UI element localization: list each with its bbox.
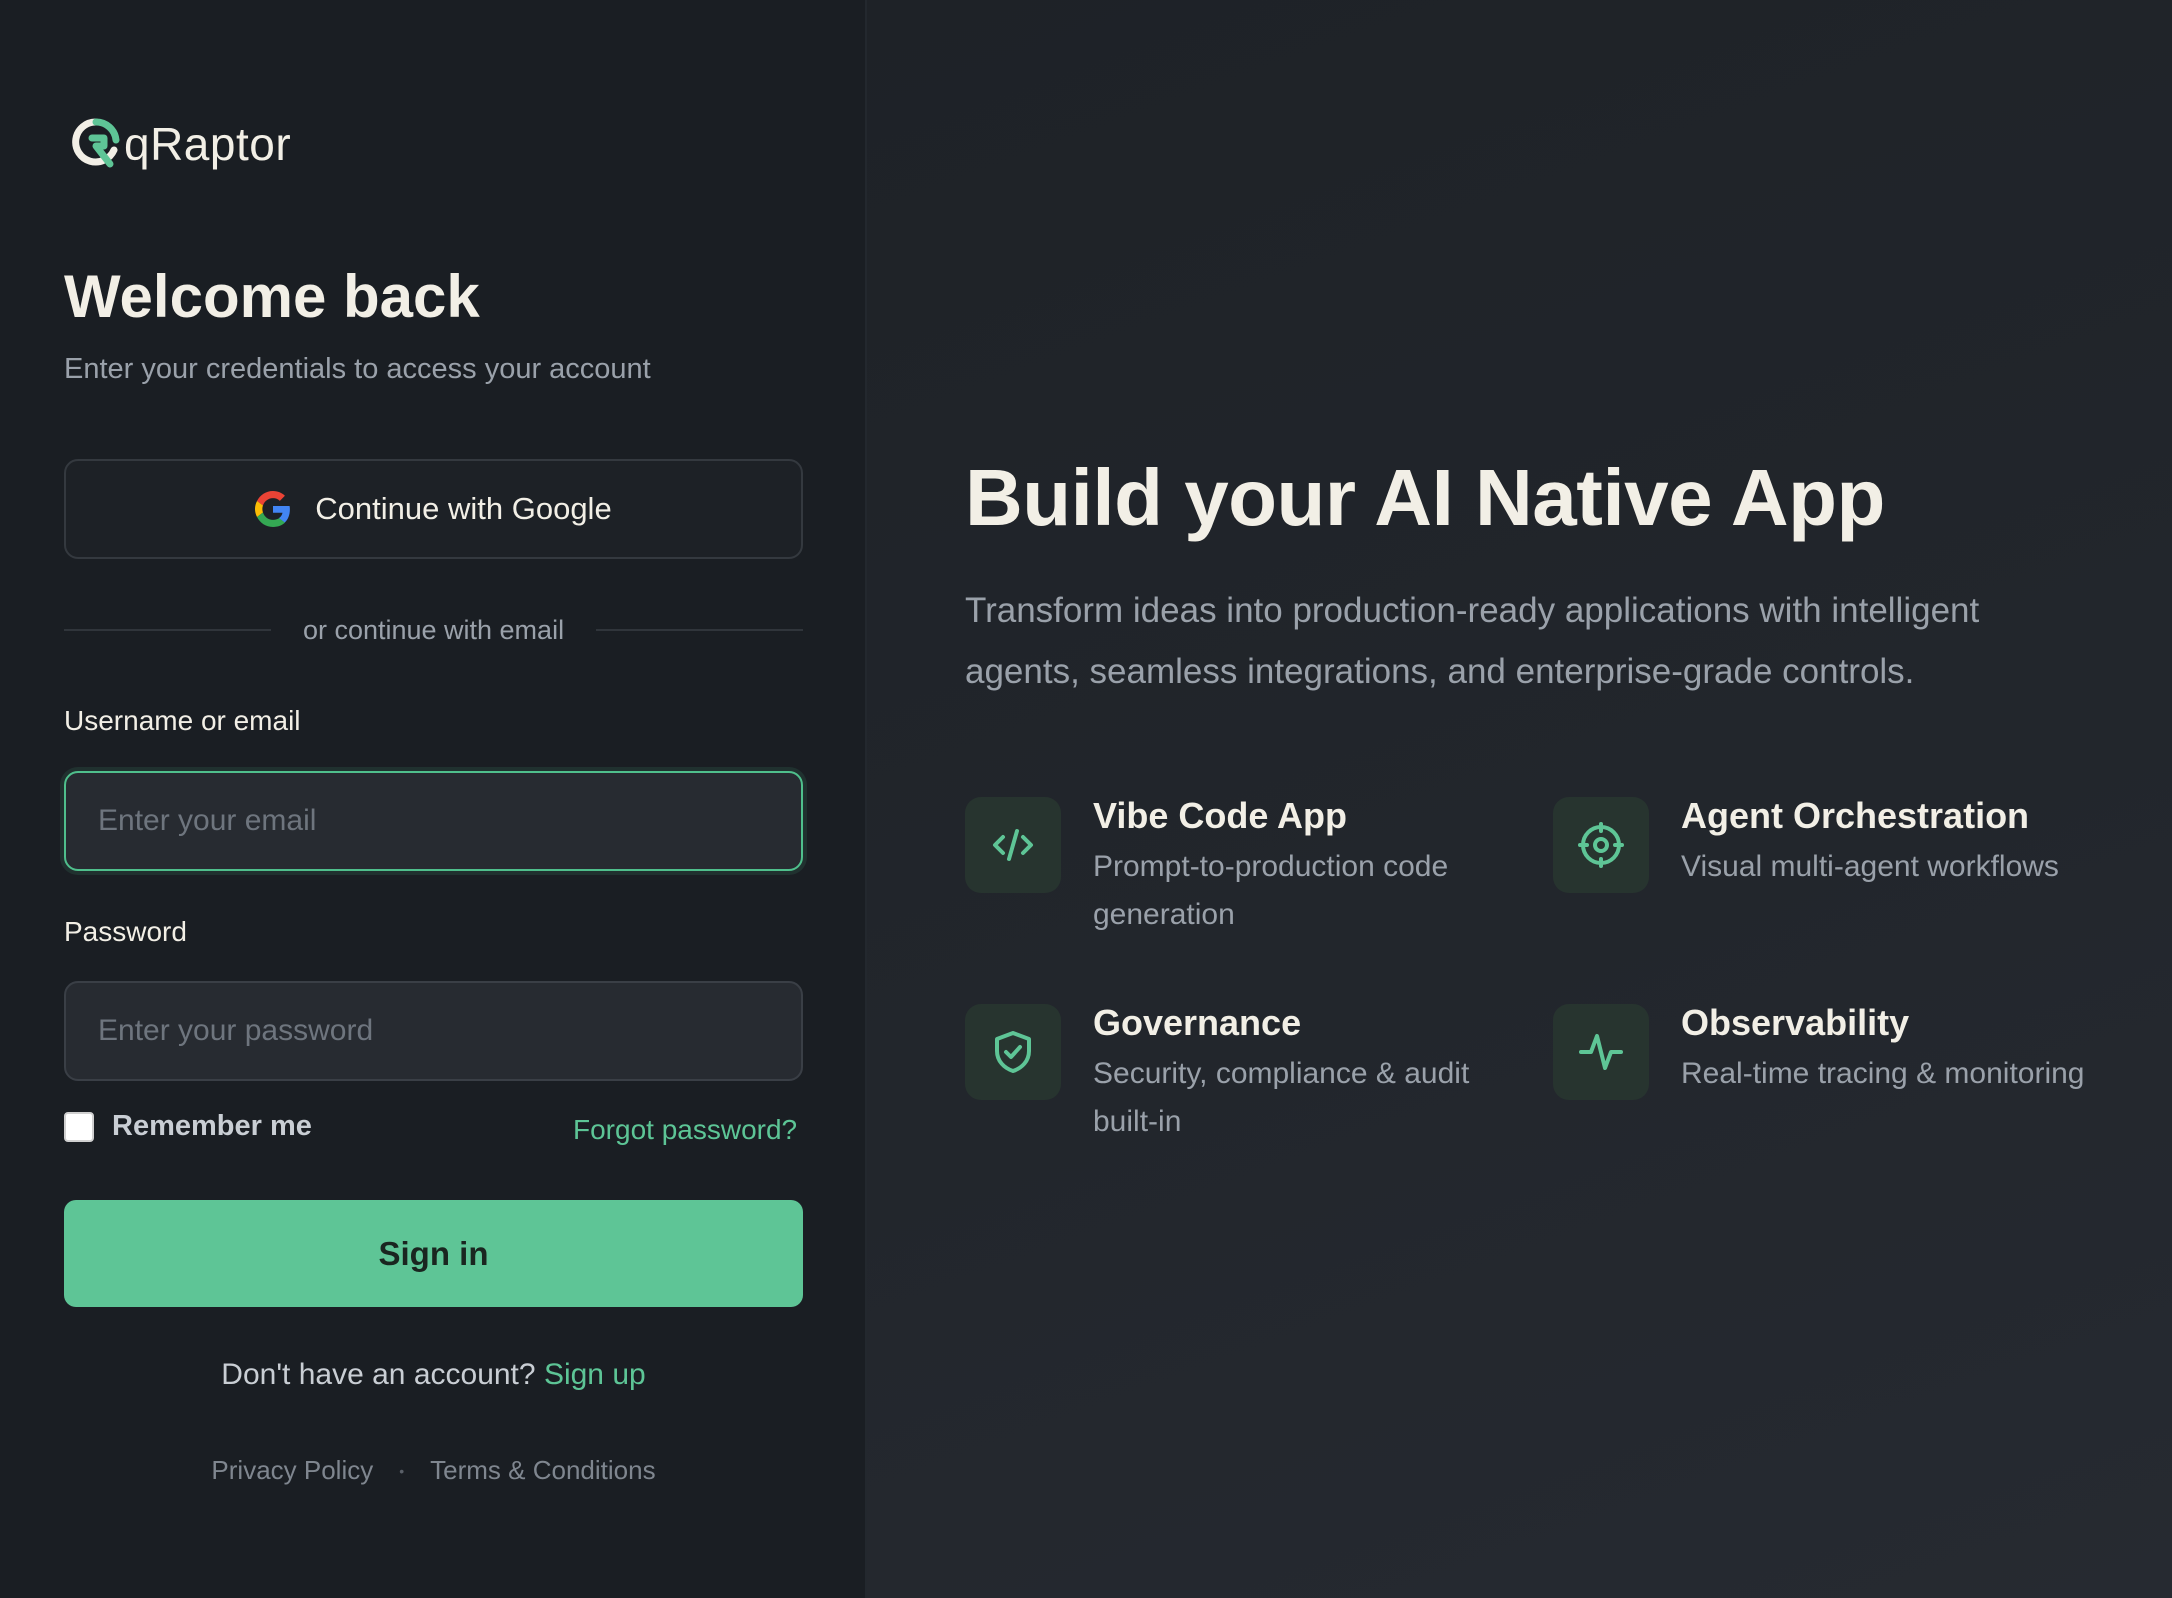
brand-logo: qRaptor [70, 112, 291, 176]
feature-title: Governance [1093, 1002, 1302, 1043]
target-icon [1578, 822, 1624, 868]
feature-observability: Observability Real-time tracing & monito… [1553, 1002, 2113, 1100]
brand-name: qRaptor [124, 118, 292, 170]
feature-icon-box [965, 1004, 1061, 1100]
google-signin-button[interactable]: Continue with Google [64, 459, 803, 559]
feature-text: Governance Security, compliance & audit … [1093, 998, 1513, 1146]
feature-governance: Governance Security, compliance & audit … [965, 1002, 1525, 1146]
sign-up-link[interactable]: Sign up [544, 1358, 646, 1391]
feature-description: Prompt-to-production code generation [1093, 850, 1449, 931]
password-placeholder: Enter your password [98, 1014, 374, 1047]
password-input[interactable]: Enter your password [64, 981, 803, 1081]
feature-title: Agent Orchestration [1681, 795, 2030, 836]
username-input[interactable]: Enter your email [64, 771, 803, 871]
remember-me[interactable]: Remember me [64, 1110, 312, 1143]
page-subtitle: Enter your credentials to access your ac… [64, 353, 651, 385]
remember-me-checkbox[interactable] [64, 1111, 94, 1142]
hero-title: Build your AI Native App [965, 453, 1885, 542]
feature-description: Visual multi-agent workflows [1681, 850, 2059, 883]
hero-panel: Build your AI Native App Transform ideas… [867, 0, 2172, 1598]
google-button-label: Continue with Google [315, 491, 612, 526]
feature-text: Vibe Code App Prompt-to-production code … [1093, 791, 1513, 939]
activity-icon [1579, 1034, 1623, 1070]
feature-title: Observability [1681, 1002, 1910, 1043]
sign-in-button[interactable]: Sign in [64, 1200, 803, 1307]
footer-links: Privacy Policy • Terms & Conditions [64, 1455, 803, 1486]
feature-icon-box [1553, 797, 1649, 893]
feature-text: Agent Orchestration Visual multi-agent w… [1681, 791, 2059, 893]
google-icon [255, 491, 291, 527]
password-label: Password [64, 916, 187, 947]
feature-title: Vibe Code App [1093, 795, 1348, 836]
no-account-text: Don't have an account? [221, 1358, 536, 1391]
qraptor-logo-icon [72, 118, 120, 168]
divider-text: or continue with email [302, 614, 565, 645]
divider-line-left [64, 629, 271, 631]
hero-description: Transform ideas into production-ready ap… [965, 591, 1980, 691]
or-divider: or continue with email [64, 612, 804, 648]
login-panel: qRaptor Welcome back Enter your credenti… [0, 0, 867, 1598]
username-label: Username or email [64, 705, 301, 736]
feature-icon-box [965, 797, 1061, 893]
divider-line-right [596, 629, 804, 631]
shield-check-icon [995, 1031, 1031, 1073]
page-title: Welcome back [64, 263, 480, 330]
login-page: qRaptor Welcome back Enter your credenti… [0, 0, 2172, 1598]
feature-description: Security, compliance & audit built-in [1093, 1057, 1470, 1138]
feature-agent-orchestration: Agent Orchestration Visual multi-agent w… [1553, 795, 2113, 893]
signup-prompt: Don't have an account? Sign up [64, 1358, 803, 1392]
remember-me-label: Remember me [112, 1110, 312, 1142]
username-placeholder: Enter your email [98, 804, 317, 837]
forgot-password-link[interactable]: Forgot password? [573, 1114, 797, 1146]
terms-link[interactable]: Terms & Conditions [430, 1455, 655, 1486]
feature-text: Observability Real-time tracing & monito… [1681, 998, 2085, 1100]
feature-icon-box [1553, 1004, 1649, 1100]
feature-description: Real-time tracing & monitoring [1681, 1057, 2085, 1090]
code-icon [993, 829, 1033, 861]
footer-separator: • [399, 1462, 405, 1479]
privacy-policy-link[interactable]: Privacy Policy [211, 1455, 373, 1486]
feature-vibe-code: Vibe Code App Prompt-to-production code … [965, 795, 1525, 939]
